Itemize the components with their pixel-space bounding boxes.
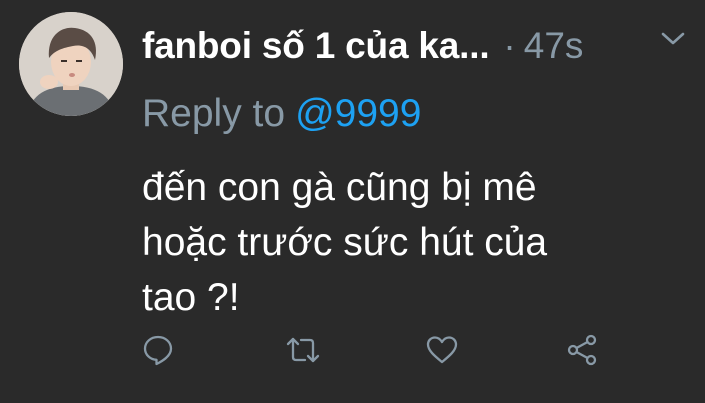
- tweet-text-line: hoặc trước sức hút của: [142, 221, 548, 264]
- tweet-text: đến con gà cũng bị mê hoặc trước sức hút…: [142, 160, 662, 325]
- comment-icon: [141, 333, 175, 367]
- tweet-header: fanboi số 1 của ka... · 47s: [142, 22, 692, 70]
- tweet-text-line: tao ?!: [142, 276, 240, 319]
- heart-icon: [425, 334, 459, 366]
- separator-dot: ·: [503, 25, 516, 66]
- retweet-button[interactable]: [283, 330, 323, 370]
- avatar[interactable]: [19, 12, 123, 116]
- timestamp[interactable]: 47s: [524, 25, 584, 67]
- share-icon: [565, 333, 599, 367]
- reply-handle-link[interactable]: @9999: [295, 92, 421, 135]
- reply-button[interactable]: [138, 330, 178, 370]
- reply-prefix: Reply to: [142, 92, 286, 135]
- avatar-image: [19, 12, 123, 116]
- reply-context: Reply to @9999: [142, 92, 421, 136]
- display-name[interactable]: fanboi số 1 của ka...: [142, 25, 490, 67]
- retweet-icon: [285, 333, 321, 367]
- tweet-actions: [0, 330, 705, 370]
- chevron-down-icon[interactable]: [658, 28, 688, 50]
- tweet-text-line: đến con gà cũng bị mê: [142, 166, 537, 209]
- share-button[interactable]: [562, 330, 602, 370]
- like-button[interactable]: [422, 330, 462, 370]
